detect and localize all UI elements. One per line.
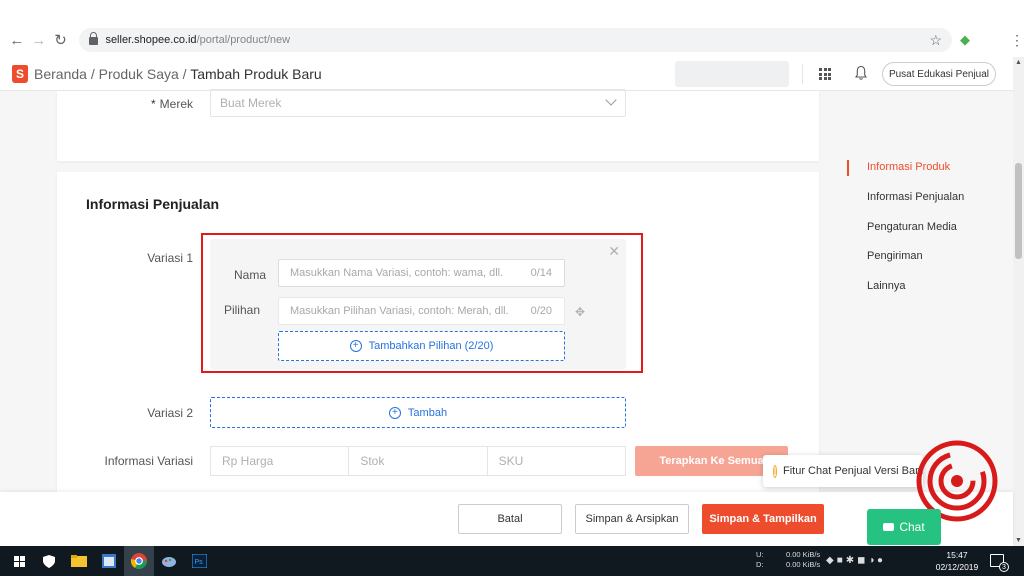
info-icon: i	[773, 464, 777, 478]
price-input[interactable]: Rp Harga	[211, 447, 350, 475]
tab-strip	[0, 0, 1024, 24]
chat-feature-tooltip[interactable]: i Fitur Chat Penjual Versi Baru	[763, 455, 923, 487]
active-indicator	[847, 160, 849, 176]
nav-item-others[interactable]: Lainnya	[867, 280, 906, 292]
add-variation2-button[interactable]: + Tambah	[210, 397, 626, 428]
breadcrumb: Beranda / Produk Saya / Tambah Produk Ba…	[34, 66, 322, 82]
paint-tool-icon[interactable]	[154, 546, 184, 576]
chat-button-label: Chat	[899, 520, 925, 534]
plus-circle-icon: +	[388, 406, 401, 419]
windows-start-icon[interactable]	[4, 546, 34, 576]
taskbar-clock[interactable]: 15:47 02/12/2019	[934, 549, 980, 573]
add-variation2-label: Tambah	[407, 406, 448, 419]
shop-name-blurred	[675, 61, 789, 87]
download-label: D:	[756, 560, 764, 569]
breadcrumb-products[interactable]: Produk Saya	[99, 66, 179, 82]
breadcrumb-separator: /	[86, 65, 99, 82]
windows-taskbar: Ps U: D: 0.00 KiB/s 0.00 KiB/s ◆■✱◼◑⦁ 15…	[0, 546, 1024, 576]
clock-date: 02/12/2019	[935, 562, 979, 572]
header-divider	[802, 64, 803, 84]
section-title: Informasi Penjualan	[86, 196, 220, 212]
save-publish-button[interactable]: Simpan & Tampilkan	[702, 504, 824, 534]
browser-menu-icon[interactable]: ⋮	[1010, 32, 1024, 49]
product-info-card: * Merek Buat Merek	[57, 89, 819, 161]
cancel-button[interactable]: Batal	[458, 504, 562, 534]
shield-icon[interactable]	[34, 546, 64, 576]
save-archive-button[interactable]: Simpan & Arsipkan	[575, 504, 689, 534]
chat-button[interactable]: Chat	[867, 509, 941, 545]
upload-label: U:	[756, 550, 764, 559]
browser-chrome: ← → ↻ seller.shopee.co.id/portal/product…	[0, 0, 1024, 57]
variation-info-label: Informasi Variasi	[104, 454, 193, 468]
reload-icon[interactable]: ↻	[50, 29, 72, 51]
bell-icon[interactable]	[855, 65, 867, 81]
scroll-up-icon[interactable]: ▲	[1015, 59, 1022, 66]
scrollbar-thumb[interactable]	[1015, 163, 1022, 259]
address-bar[interactable]: seller.shopee.co.id/portal/product/new ☆	[79, 28, 952, 52]
address-row: ← → ↻ seller.shopee.co.id/portal/product…	[0, 27, 1024, 53]
action-bar: Batal Simpan & Arsipkan Simpan & Tampilk…	[0, 492, 1013, 546]
variation2-label: Variasi 2	[147, 406, 193, 420]
back-arrow-icon[interactable]: ←	[6, 29, 28, 51]
sku-input[interactable]: SKU	[488, 447, 625, 475]
clock-time: 15:47	[946, 550, 968, 560]
chrome-icon[interactable]	[124, 546, 154, 576]
download-rate: 0.00 KiB/s	[786, 560, 821, 569]
photoshop-icon[interactable]: Ps	[184, 546, 214, 576]
network-speed-widget: U: D: 0.00 KiB/s 0.00 KiB/s	[756, 550, 820, 570]
brand-select-placeholder: Buat Merek	[220, 96, 282, 110]
extension-icon[interactable]: ◆	[960, 32, 970, 48]
variation1-label: Variasi 1	[147, 251, 193, 265]
url-host: seller.shopee.co.id	[105, 34, 197, 46]
bookmark-star-icon[interactable]: ☆	[929, 32, 942, 49]
page-scrollbar[interactable]: ▲ ▼	[1013, 57, 1024, 546]
brand-select[interactable]: Buat Merek	[210, 89, 626, 117]
app-window-icon[interactable]	[94, 546, 124, 576]
upload-rate: 0.00 KiB/s	[786, 550, 821, 559]
chat-tooltip-text: Fitur Chat Penjual Versi Baru	[783, 465, 923, 477]
seller-header: S Beranda / Produk Saya / Tambah Produk …	[0, 57, 1014, 91]
system-tray-icons[interactable]: ◆■✱◼◑⦁	[826, 555, 885, 566]
stock-input[interactable]: Stok	[349, 447, 488, 475]
nav-item-media-settings[interactable]: Pengaturan Media	[867, 221, 957, 233]
shopee-logo-icon[interactable]: S	[12, 64, 28, 83]
file-explorer-icon[interactable]	[64, 546, 94, 576]
lock-icon	[89, 32, 99, 45]
breadcrumb-separator: /	[178, 65, 191, 82]
url-path: /portal/product/new	[196, 34, 291, 46]
breadcrumb-home[interactable]: Beranda	[34, 66, 87, 82]
nav-item-product-info[interactable]: Informasi Produk	[867, 161, 950, 173]
variation1-highlight-box	[201, 233, 643, 373]
notification-center-icon[interactable]: 3	[990, 554, 1009, 572]
seller-education-button[interactable]: Pusat Edukasi Penjual	[882, 62, 996, 86]
breadcrumb-current: Tambah Produk Baru	[190, 65, 322, 82]
svg-text:Ps: Ps	[194, 559, 203, 566]
scroll-down-icon[interactable]: ▼	[1015, 537, 1022, 544]
notification-count: 3	[999, 562, 1009, 572]
apps-grid-icon[interactable]	[819, 68, 831, 80]
nav-item-shipping[interactable]: Pengiriman	[867, 250, 923, 262]
chevron-down-icon	[605, 94, 617, 106]
brand-label: * Merek	[150, 97, 193, 111]
chat-bubble-icon	[883, 523, 895, 531]
variation-info-inputs: Rp Harga Stok SKU	[210, 446, 626, 476]
required-mark: *	[150, 97, 156, 111]
forward-arrow-icon[interactable]: →	[28, 29, 50, 51]
nav-item-sales-info[interactable]: Informasi Penjualan	[867, 191, 964, 203]
